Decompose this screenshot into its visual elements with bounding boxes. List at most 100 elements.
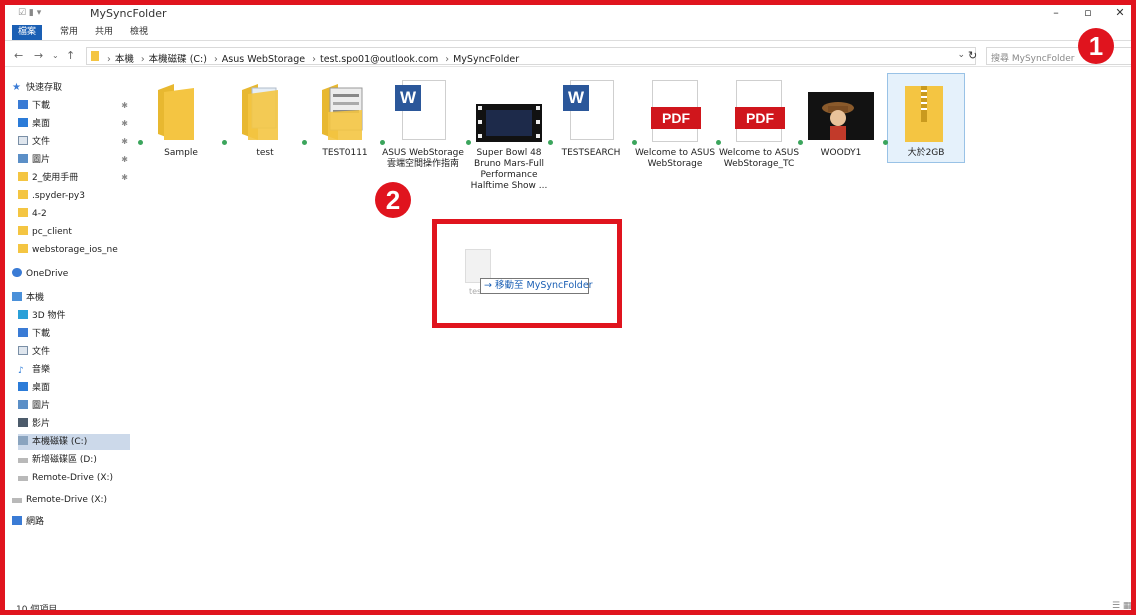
chevron-down-icon[interactable]: ⌄ <box>957 50 965 60</box>
breadcrumb-item[interactable]: Asus WebStorage <box>222 54 305 65</box>
sync-status-icon <box>380 140 385 145</box>
folder-icon <box>18 226 28 235</box>
minimize-button[interactable]: – <box>1046 6 1066 19</box>
computer-icon <box>12 292 22 301</box>
nav-item[interactable]: 2_使用手冊 ✱ <box>18 170 130 186</box>
sync-status-icon <box>302 140 307 145</box>
nav-network[interactable]: 網路 <box>12 514 124 530</box>
pdf-document-icon: PDF <box>735 80 785 142</box>
folder-icon <box>242 84 278 140</box>
breadcrumb-item[interactable]: MySyncFolder <box>453 54 519 65</box>
pin-icon: ✱ <box>121 119 128 128</box>
tab-share[interactable]: 共用 <box>89 25 119 40</box>
nav-item[interactable]: ♪ 音樂 <box>18 362 130 378</box>
nav-item[interactable]: pc_client <box>18 224 130 240</box>
pdf-document-icon: PDF <box>651 80 701 142</box>
nav-item[interactable]: 圖片 <box>18 398 130 414</box>
view-toggle-icon[interactable]: ☰ ▦ <box>1112 601 1131 611</box>
annotation-highlight-box <box>432 219 622 328</box>
breadcrumb-item[interactable]: 本機磁碟 (C:) <box>149 54 207 65</box>
desktop-icon <box>18 118 28 127</box>
close-button[interactable]: ✕ <box>1110 6 1130 19</box>
nav-item[interactable]: 文件 <box>18 344 130 360</box>
breadcrumb-item[interactable]: 本機 <box>115 54 134 65</box>
file-name: Sample <box>164 148 198 158</box>
folder-icon <box>18 244 28 253</box>
nav-item[interactable]: webstorage_ios_ne <box>18 242 130 258</box>
tab-file[interactable]: 檔案 <box>12 25 43 40</box>
network-drive-icon <box>18 476 28 481</box>
nav-item[interactable]: 影片 <box>18 416 130 432</box>
drive-icon <box>18 458 28 463</box>
nav-item-selected[interactable]: 本機磁碟 (C:) <box>18 434 130 450</box>
3d-objects-icon <box>18 310 28 319</box>
nav-quick-access[interactable]: ★ 快速存取 <box>12 80 124 96</box>
music-icon: ♪ <box>18 366 24 376</box>
file-name: 大於2GB <box>907 148 945 158</box>
folder-icon <box>158 84 194 140</box>
status-item-count: 10 個項目 <box>16 605 58 615</box>
nav-item[interactable]: 4-2 <box>18 206 130 222</box>
address-bar[interactable]: › 本機 › 本機磁碟 (C:) › Asus WebStorage › test.sp… <box>86 47 976 65</box>
document-icon <box>18 346 28 355</box>
sync-status-icon <box>138 140 143 145</box>
nav-item[interactable]: 3D 物件 <box>18 308 130 324</box>
sync-status-icon <box>466 140 471 145</box>
image-thumbnail-icon <box>808 92 874 140</box>
maximize-button[interactable]: ▫ <box>1078 6 1098 19</box>
download-icon <box>18 100 28 109</box>
tab-home[interactable]: 常用 <box>54 25 84 40</box>
file-name: Welcome to ASUS WebStorage <box>634 148 716 169</box>
video-thumbnail-icon <box>476 104 542 142</box>
network-icon <box>12 516 22 525</box>
word-document-icon: W <box>563 80 614 140</box>
nav-item[interactable]: 圖片 ✱ <box>18 152 130 168</box>
nav-item[interactable]: Remote-Drive (X:) <box>18 470 130 486</box>
nav-item[interactable]: 桌面 ✱ <box>18 116 130 132</box>
nav-item[interactable]: 桌面 <box>18 380 130 396</box>
folder-icon <box>18 190 28 199</box>
word-logo-icon: W <box>395 85 421 111</box>
nav-item[interactable]: 下載 <box>18 326 130 342</box>
forward-arrow-icon[interactable]: → <box>34 49 43 62</box>
file-name: TESTSEARCH <box>561 148 621 158</box>
drive-icon <box>18 436 28 445</box>
nav-onedrive[interactable]: OneDrive <box>12 266 124 282</box>
sync-status-icon <box>548 140 553 145</box>
step-two-badge: 2 <box>375 182 411 218</box>
ribbon-tabs: 檔案 常用 共用 檢視 <box>0 24 1136 41</box>
breadcrumb: › 本機 › 本機磁碟 (C:) › Asus WebStorage › test.sp… <box>107 54 520 65</box>
zip-folder-icon <box>905 86 943 142</box>
star-icon: ★ <box>12 82 21 93</box>
nav-item[interactable]: .spyder-py3 <box>18 188 130 204</box>
download-icon <box>18 328 28 337</box>
drag-tooltip: → 移動至 MySyncFolder <box>480 278 593 294</box>
back-arrow-icon[interactable]: ← <box>14 49 23 62</box>
file-name: Super Bowl 48 Bruno Mars-Full Performanc… <box>470 148 548 191</box>
word-logo-icon: W <box>563 85 589 111</box>
up-arrow-icon[interactable]: ↑ <box>66 49 75 62</box>
recent-locations-icon[interactable]: ⌄ <box>52 51 59 60</box>
refresh-icon[interactable]: ↻ <box>968 49 977 62</box>
sync-status-icon <box>716 140 721 145</box>
nav-item[interactable]: 文件 ✱ <box>18 134 130 150</box>
step-one-badge: 1 <box>1078 28 1114 64</box>
network-drive-icon <box>12 498 22 503</box>
folder-icon <box>322 84 363 140</box>
breadcrumb-item[interactable]: test.spo01@outlook.com <box>320 54 438 65</box>
pin-icon: ✱ <box>121 101 128 110</box>
pin-icon: ✱ <box>121 155 128 164</box>
nav-remote-drive[interactable]: Remote-Drive (X:) <box>12 492 124 508</box>
tab-view[interactable]: 檢視 <box>124 25 154 40</box>
nav-this-pc[interactable]: 本機 <box>12 290 124 306</box>
quick-access-toolbar-icon[interactable]: ☑ ▮ ▾ <box>18 8 41 18</box>
pin-icon: ✱ <box>121 173 128 182</box>
sync-status-icon <box>883 140 888 145</box>
nav-item[interactable]: 新增磁碟區 (D:) <box>18 452 130 468</box>
pdf-label: PDF <box>735 107 785 129</box>
cloud-icon <box>12 268 22 277</box>
nav-item[interactable]: 下載 ✱ <box>18 98 130 114</box>
videos-icon <box>18 418 28 427</box>
folder-icon <box>18 172 28 181</box>
document-icon <box>18 136 28 145</box>
